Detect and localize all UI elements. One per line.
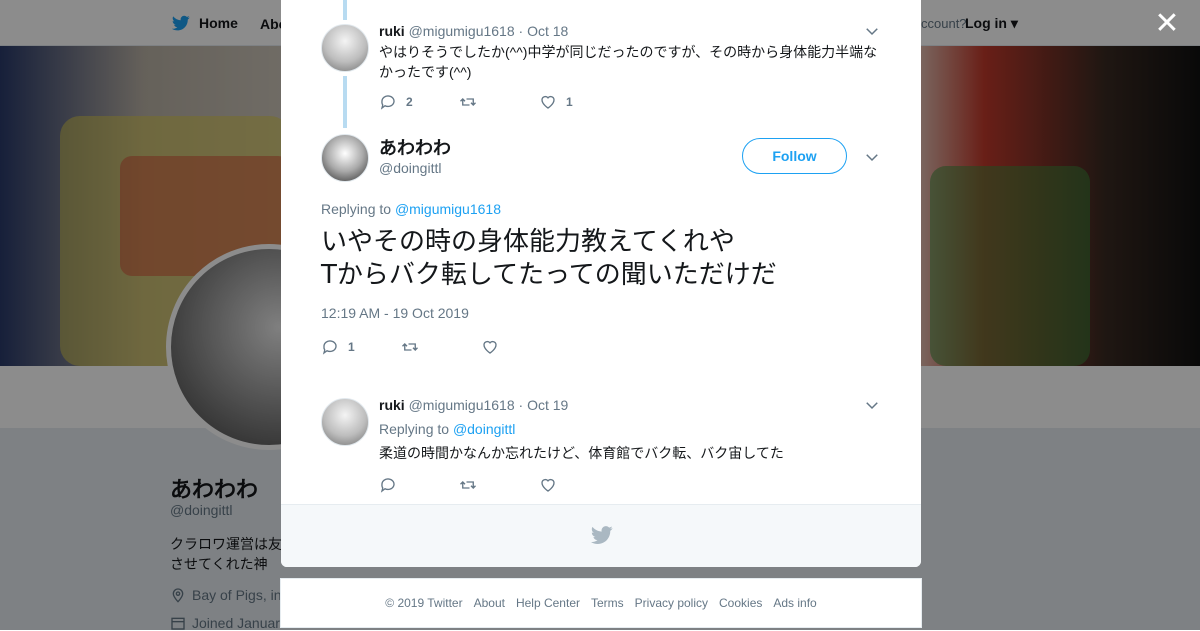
footer-link-cookies[interactable]: Cookies [719,596,762,610]
footer-link-ads-info[interactable]: Ads info [773,596,816,610]
footer-link-terms[interactable]: Terms [591,596,624,610]
footer-link-privacy-policy[interactable]: Privacy policy [635,596,708,610]
like-button[interactable] [539,476,619,494]
replying-to-link[interactable]: @doingittl [453,421,515,437]
footer-link-about[interactable]: About [474,596,505,610]
tweet-date[interactable]: · Oct 19 [519,397,569,413]
reply-icon [380,478,395,493]
replying-prefix: Replying to [379,421,450,437]
tweet-text: 柔道の時間かなんか忘れたけど、体育館でバク転、バク宙してた [379,445,784,461]
reply-tweet-2[interactable]: ruki @migumigu1618 · Oct 19 Replying to … [281,0,921,504]
reply-button[interactable] [379,476,459,494]
retweet-button[interactable] [459,476,539,494]
author-handle[interactable]: @migumigu1618 [409,397,515,413]
modal-footer [281,504,921,567]
tweet-modal: ruki @migumigu1618 · Oct 18 やはりそうでしたか(^^… [281,0,921,567]
twitter-bird-icon [591,526,613,544]
tweet-actions [379,476,619,494]
tweet-header: ruki @migumigu1618 · Oct 19 [379,397,568,413]
footer-copyright: © 2019 Twitter [385,596,463,610]
retweet-icon [460,481,476,489]
like-icon [541,478,555,492]
footer-link-help-center[interactable]: Help Center [516,596,580,610]
replying-to: Replying to @doingittl [379,421,515,437]
author-name[interactable]: ruki [379,397,405,413]
chevron-down-icon[interactable] [863,396,881,414]
avatar[interactable] [321,398,369,446]
close-icon[interactable]: ✕ [1152,9,1182,40]
page-footer: © 2019 Twitter About Help Center Terms P… [280,578,922,628]
